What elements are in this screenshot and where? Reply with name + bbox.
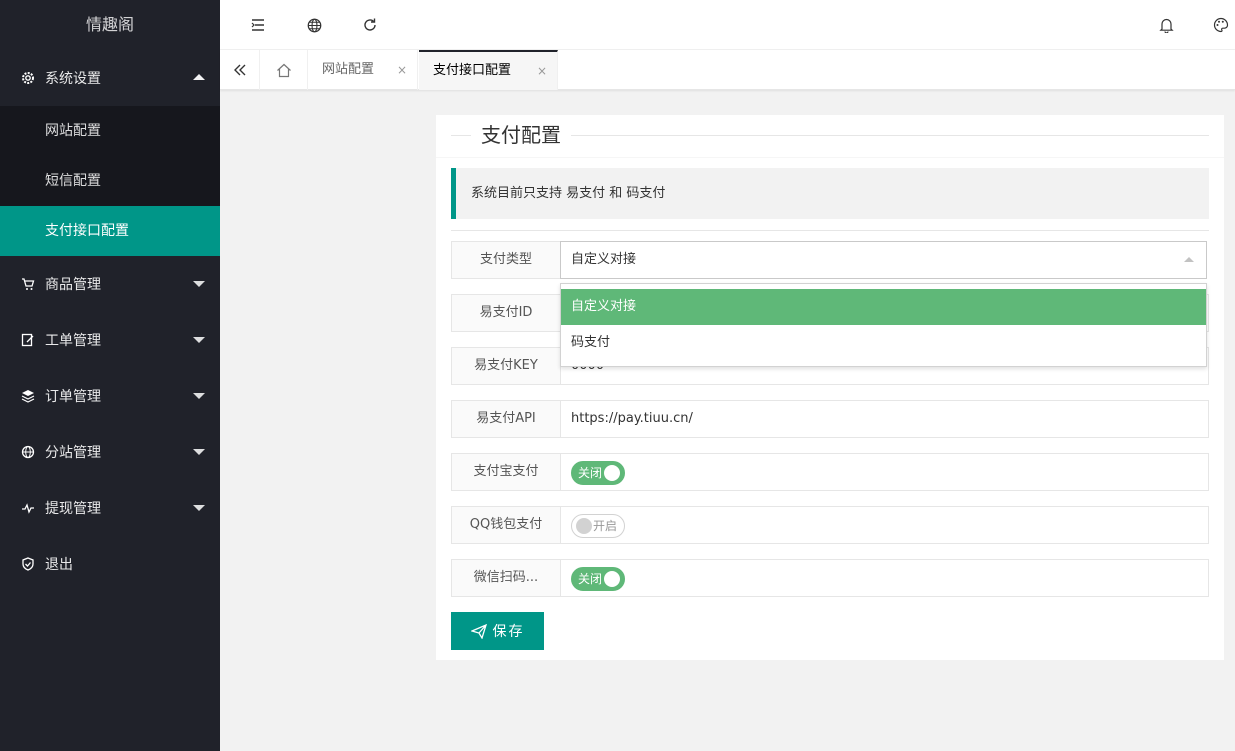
toggle-knob (604, 465, 620, 481)
qqpay-row: QQ钱包支付 开启 (451, 506, 1209, 544)
pay-type-dropdown: 自定义对接 码支付 (560, 283, 1207, 367)
palette-icon[interactable] (1201, 0, 1235, 50)
sidebar-item-label: 退出 (45, 557, 73, 573)
send-icon (470, 623, 487, 639)
save-button[interactable]: 保存 (451, 612, 544, 650)
pay-type-value: 自定义对接 (571, 252, 637, 267)
tab-payment-config[interactable]: 支付接口配置 × (419, 50, 558, 90)
epay-api-label: 易支付API (451, 400, 561, 438)
fieldset: 支付配置 (451, 123, 1209, 155)
sidebar-item-withdrawals[interactable]: 提现管理 (0, 480, 220, 536)
toggle-knob (604, 571, 620, 587)
alipay-toggle[interactable]: 关闭 (571, 461, 625, 485)
app-logo[interactable]: 情趣阁 (0, 0, 220, 50)
tab-home[interactable] (260, 50, 308, 90)
ticket-edit-icon (20, 332, 36, 348)
sidebar: 情趣阁 系统设置 网站配置 短信配置 支付接口配置 商品管理 工单管理 订单管理 (0, 0, 220, 751)
pay-type-row: 支付类型 自定义对接 (451, 241, 1209, 279)
system-settings-submenu: 网站配置 短信配置 支付接口配置 (0, 106, 220, 256)
sidebar-item-orders[interactable]: 订单管理 (0, 368, 220, 424)
divider (451, 230, 1209, 231)
tab-site-config[interactable]: 网站配置 × (308, 50, 418, 90)
home-icon (276, 63, 291, 77)
page-title: 支付配置 (471, 123, 571, 147)
refresh-icon[interactable] (350, 0, 390, 50)
chevron-down-icon (193, 393, 205, 399)
tab-scroll-left-button[interactable] (220, 50, 260, 90)
sidebar-item-label: 提现管理 (45, 501, 101, 517)
sidebar-item-tickets[interactable]: 工单管理 (0, 312, 220, 368)
sidebar-item-label: 商品管理 (45, 277, 101, 293)
wxpay-label: 微信扫码... (451, 559, 561, 597)
pulse-icon (20, 500, 36, 516)
epay-id-label: 易支付ID (451, 294, 561, 332)
sidebar-item-label: 工单管理 (45, 333, 101, 349)
alipay-row: 支付宝支付 关闭 (451, 453, 1209, 491)
epay-key-label: 易支付KEY (451, 347, 561, 385)
bell-icon[interactable] (1146, 0, 1186, 50)
wxpay-row: 微信扫码... 关闭 (451, 559, 1209, 597)
shield-check-icon (20, 556, 36, 572)
chevron-down-icon (193, 337, 205, 343)
wxpay-toggle[interactable]: 关闭 (571, 567, 625, 591)
payment-config-card: 支付配置 系统目前只支持 易支付 和 码支付 支付类型 自定义对接 易支付ID … (436, 115, 1224, 660)
divider (436, 157, 1224, 158)
tab-bar: 网站配置 × 支付接口配置 × (220, 50, 1235, 90)
qqpay-field: 开启 (560, 506, 1209, 544)
toggle-text: 关闭 (578, 572, 603, 586)
epay-api-input[interactable]: https://pay.tiuu.cn/ (560, 400, 1209, 438)
alipay-field: 关闭 (560, 453, 1209, 491)
sidebar-item-payment-config[interactable]: 支付接口配置 (0, 206, 220, 256)
sidebar-item-system-settings[interactable]: 系统设置 (0, 50, 220, 106)
toggle-knob (576, 518, 592, 534)
caret-up-icon (1184, 257, 1194, 262)
close-icon[interactable]: × (397, 50, 407, 90)
wxpay-field: 关闭 (560, 559, 1209, 597)
toggle-text: 关闭 (578, 466, 603, 480)
chevron-down-icon (193, 505, 205, 511)
sidebar-item-site-config[interactable]: 网站配置 (0, 106, 220, 156)
sidebar-item-substations[interactable]: 分站管理 (0, 424, 220, 480)
cart-icon (20, 276, 36, 292)
sidebar-item-sms-config[interactable]: 短信配置 (0, 156, 220, 206)
pay-type-label: 支付类型 (451, 241, 561, 279)
sidebar-item-label: 分站管理 (45, 445, 101, 461)
save-button-label: 保存 (492, 623, 525, 639)
chevron-up-icon (193, 74, 205, 80)
qqpay-toggle[interactable]: 开启 (571, 514, 625, 538)
epay-api-row: 易支付API https://pay.tiuu.cn/ (451, 400, 1209, 438)
double-chevron-left-icon (233, 64, 245, 76)
sidebar-item-products[interactable]: 商品管理 (0, 256, 220, 312)
alipay-label: 支付宝支付 (451, 453, 561, 491)
dropdown-option[interactable]: 自定义对接 (561, 289, 1206, 325)
sidebar-item-label: 订单管理 (45, 389, 101, 405)
top-header (220, 0, 1235, 50)
close-icon[interactable]: × (537, 52, 547, 90)
layers-icon (20, 388, 36, 404)
tab-label: 支付接口配置 (433, 63, 512, 78)
chevron-down-icon (193, 449, 205, 455)
toggle-text: 开启 (592, 519, 617, 533)
pay-type-select[interactable]: 自定义对接 (560, 241, 1207, 279)
sidebar-item-label: 系统设置 (45, 71, 101, 87)
dropdown-option[interactable]: 码支付 (561, 325, 1206, 361)
globe-icon (20, 444, 36, 460)
gear-icon (20, 70, 36, 86)
notice-quote: 系统目前只支持 易支付 和 码支付 (451, 168, 1209, 219)
menu-fold-icon[interactable] (238, 0, 278, 50)
qqpay-label: QQ钱包支付 (451, 506, 561, 544)
globe-icon[interactable] (294, 0, 334, 50)
chevron-down-icon (193, 281, 205, 287)
tab-label: 网站配置 (322, 62, 375, 77)
sidebar-item-logout[interactable]: 退出 (0, 536, 220, 592)
